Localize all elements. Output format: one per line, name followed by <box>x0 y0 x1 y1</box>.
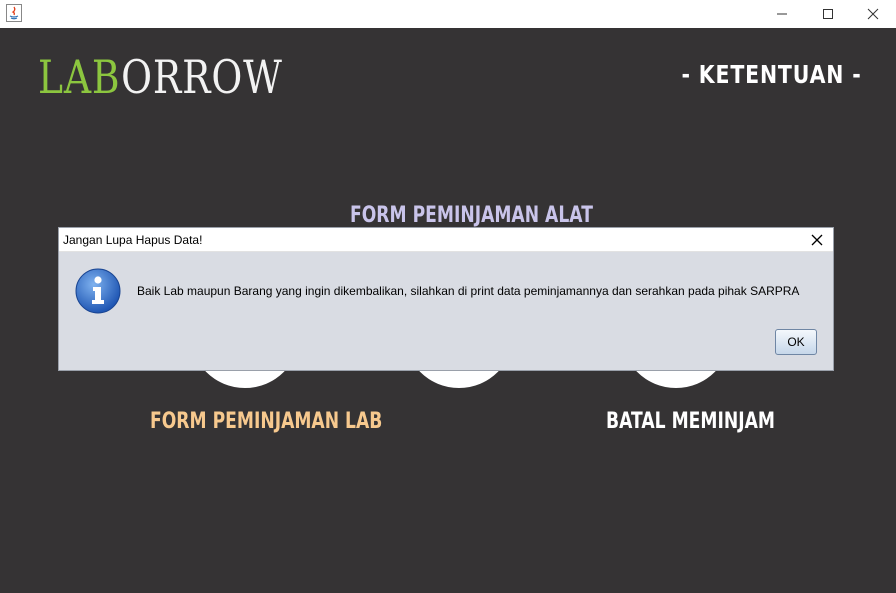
window-titlebar <box>0 0 896 28</box>
java-app-icon <box>6 4 22 22</box>
dialog-title: Jangan Lupa Hapus Data! <box>63 233 203 247</box>
ok-button[interactable]: OK <box>775 329 817 355</box>
close-icon <box>811 234 823 246</box>
maximize-button[interactable] <box>805 0 851 28</box>
info-icon <box>75 268 121 314</box>
logo-lab: LAB <box>38 50 122 104</box>
ketentuan-link[interactable]: - KETENTUAN - <box>682 60 862 89</box>
app-logo: LABORROW <box>38 54 283 100</box>
close-icon <box>867 8 879 20</box>
form-peminjaman-alat-label[interactable]: FORM PEMINJAMAN ALAT <box>350 203 593 228</box>
minimize-button[interactable] <box>759 0 805 28</box>
dialog-titlebar: Jangan Lupa Hapus Data! <box>59 228 833 252</box>
dialog-message: Baik Lab maupun Barang yang ingin dikemb… <box>137 284 800 298</box>
logo-orrow: ORROW <box>121 50 283 104</box>
form-peminjaman-lab-label[interactable]: FORM PEMINJAMAN LAB <box>150 409 382 434</box>
dialog-close-button[interactable] <box>807 230 827 250</box>
batal-meminjam-label[interactable]: BATAL MEMINJAM <box>606 409 775 434</box>
info-dialog: Jangan Lupa Hapus Data! Baik Lab maupun … <box>58 227 834 371</box>
maximize-icon <box>823 9 833 19</box>
window-close-button[interactable] <box>850 0 896 28</box>
minimize-icon <box>777 13 787 15</box>
